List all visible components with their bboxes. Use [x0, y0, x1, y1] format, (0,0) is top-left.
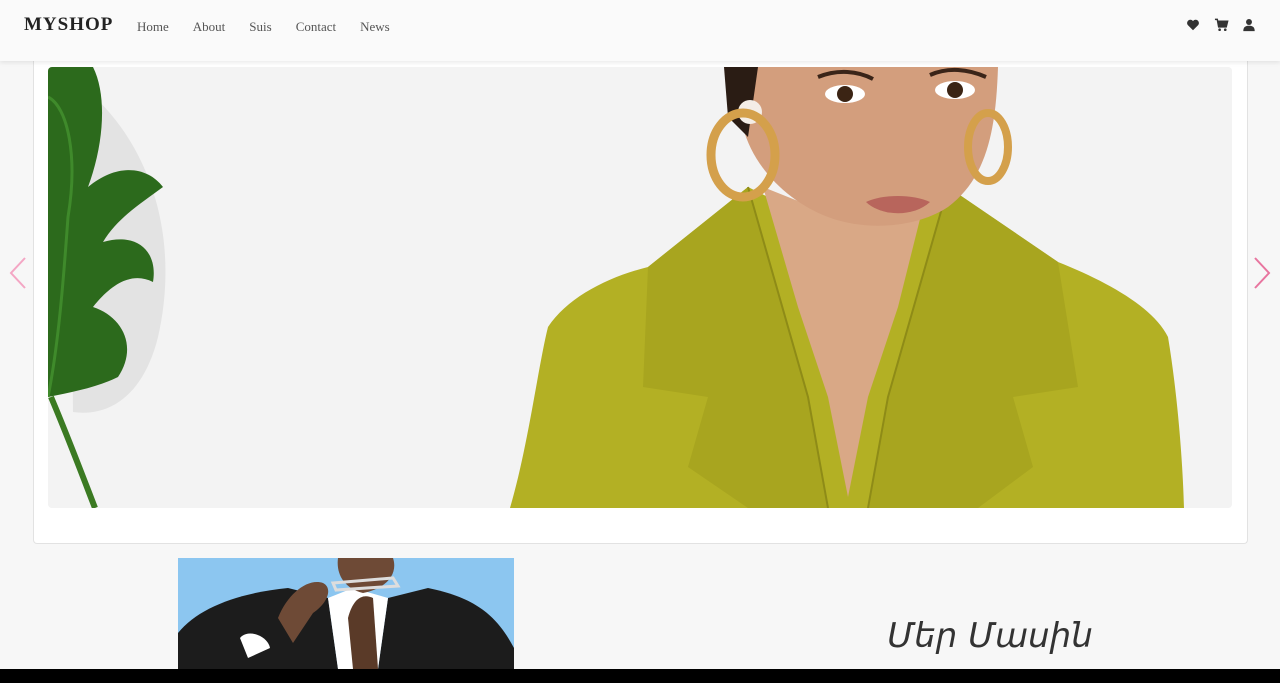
- carousel-next-button[interactable]: [1252, 256, 1272, 290]
- nav-link-about[interactable]: About: [193, 19, 226, 35]
- nav-link-news[interactable]: News: [360, 19, 390, 35]
- hero-image: [48, 67, 1232, 508]
- chevron-left-icon: [9, 257, 26, 289]
- nav-link-contact[interactable]: Contact: [296, 19, 336, 35]
- hero-carousel: [33, 61, 1248, 544]
- chevron-right-icon: [1254, 257, 1271, 289]
- nav-icons: [1186, 17, 1256, 33]
- about-section-title: Մեր Մասին: [887, 616, 1093, 656]
- nav-menu: Home About Suis Contact News: [137, 19, 390, 35]
- brand-logo[interactable]: MYSHOP: [24, 14, 113, 36]
- top-navbar: MYSHOP Home About Suis Contact News: [0, 0, 1280, 61]
- cart-icon[interactable]: [1214, 17, 1229, 33]
- user-icon[interactable]: [1242, 17, 1256, 33]
- about-image: [178, 558, 514, 669]
- carousel-prev-button[interactable]: [8, 256, 28, 290]
- carousel-slide: [48, 67, 1232, 508]
- bottom-bar: [0, 669, 1280, 683]
- heart-icon[interactable]: [1186, 17, 1200, 33]
- nav-link-home[interactable]: Home: [137, 19, 169, 35]
- nav-link-suis[interactable]: Suis: [249, 19, 271, 35]
